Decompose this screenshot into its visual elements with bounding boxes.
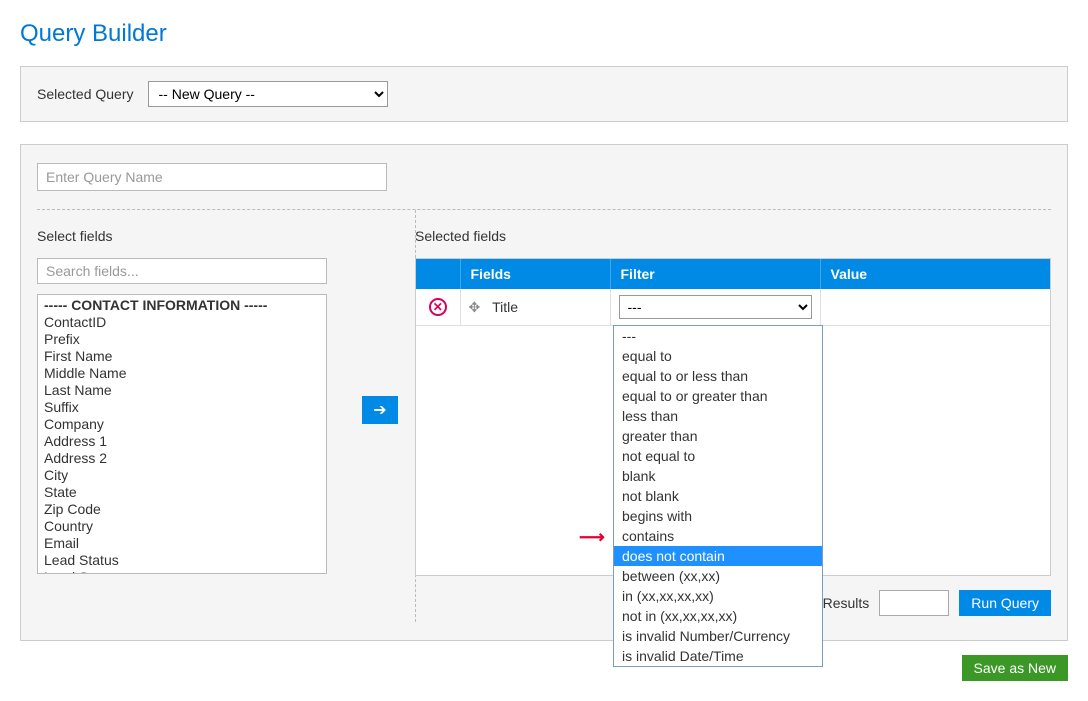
- selected-fields-title: Selected fields: [415, 228, 1051, 244]
- list-item[interactable]: ContactID: [38, 314, 326, 331]
- filter-option[interactable]: ---: [614, 326, 822, 346]
- selected-fields-table: Fields Filter Value ✕ ✥ Title: [415, 258, 1051, 576]
- column-header-filter: Filter: [610, 259, 820, 289]
- filter-option[interactable]: not equal to: [614, 446, 822, 466]
- list-item[interactable]: Middle Name: [38, 365, 326, 382]
- run-query-button[interactable]: Run Query: [959, 590, 1051, 616]
- filter-option[interactable]: equal to: [614, 346, 822, 366]
- filter-dropdown-open[interactable]: ---equal toequal to or less thanequal to…: [613, 325, 823, 667]
- filter-option[interactable]: between (xx,xx): [614, 566, 822, 586]
- list-item[interactable]: City: [38, 467, 326, 484]
- table-row: ✕ ✥ Title ---: [416, 289, 1050, 325]
- list-item[interactable]: Suffix: [38, 399, 326, 416]
- filter-option[interactable]: greater than: [614, 426, 822, 446]
- remove-row-icon[interactable]: ✕: [429, 298, 447, 316]
- filter-option[interactable]: less than: [614, 406, 822, 426]
- column-header-value: Value: [820, 259, 1050, 289]
- row-value-cell[interactable]: [820, 289, 1050, 325]
- list-item[interactable]: Address 1: [38, 433, 326, 450]
- filter-option[interactable]: blank: [614, 466, 822, 486]
- filter-option[interactable]: contains: [614, 526, 822, 546]
- selected-query-panel: Selected Query -- New Query --: [20, 66, 1068, 122]
- filter-option[interactable]: equal to or less than: [614, 366, 822, 386]
- save-as-new-button[interactable]: Save as New: [962, 655, 1068, 681]
- query-name-input[interactable]: [37, 163, 387, 191]
- row-field-name: Title: [492, 299, 518, 315]
- filter-option[interactable]: in (xx,xx,xx,xx): [614, 586, 822, 606]
- filter-option[interactable]: not in (xx,xx,xx,xx): [614, 606, 822, 626]
- list-item[interactable]: Lead Source: [38, 569, 326, 574]
- list-item[interactable]: Country: [38, 518, 326, 535]
- search-fields-input[interactable]: [37, 258, 327, 284]
- drag-handle-icon[interactable]: ✥: [469, 299, 483, 316]
- list-item[interactable]: Email: [38, 535, 326, 552]
- table-body-area: ⟶ ---equal toequal to or less thanequal …: [416, 325, 1050, 575]
- annotation-arrow-icon: ⟶: [579, 527, 605, 548]
- filter-option[interactable]: is invalid Number/Currency: [614, 626, 822, 646]
- list-item[interactable]: Prefix: [38, 331, 326, 348]
- list-item[interactable]: Company: [38, 416, 326, 433]
- list-item[interactable]: First Name: [38, 348, 326, 365]
- query-results-input[interactable]: [879, 590, 949, 616]
- filter-option[interactable]: does not contain: [614, 546, 822, 566]
- list-item[interactable]: State: [38, 484, 326, 501]
- list-item[interactable]: Lead Status: [38, 552, 326, 569]
- field-group-header: ----- CONTACT INFORMATION -----: [38, 297, 326, 314]
- list-item[interactable]: Last Name: [38, 382, 326, 399]
- selected-query-label: Selected Query: [37, 86, 134, 102]
- page-title: Query Builder: [20, 20, 1068, 48]
- available-fields-list[interactable]: ----- CONTACT INFORMATION -----ContactID…: [37, 294, 327, 574]
- arrow-right-icon: ➔: [373, 400, 386, 420]
- list-item[interactable]: Zip Code: [38, 501, 326, 518]
- column-header-remove: [416, 259, 460, 289]
- add-field-button[interactable]: ➔: [362, 396, 398, 424]
- filter-option[interactable]: not blank: [614, 486, 822, 506]
- filter-select[interactable]: ---: [619, 295, 812, 319]
- selected-query-select[interactable]: -- New Query --: [148, 81, 388, 107]
- builder-panel: Select fields ----- CONTACT INFORMATION …: [20, 144, 1068, 641]
- select-fields-title: Select fields: [37, 228, 397, 244]
- list-item[interactable]: Address 2: [38, 450, 326, 467]
- column-header-fields: Fields: [460, 259, 610, 289]
- filter-option[interactable]: equal to or greater than: [614, 386, 822, 406]
- filter-option[interactable]: is invalid Date/Time: [614, 646, 822, 666]
- filter-option[interactable]: begins with: [614, 506, 822, 526]
